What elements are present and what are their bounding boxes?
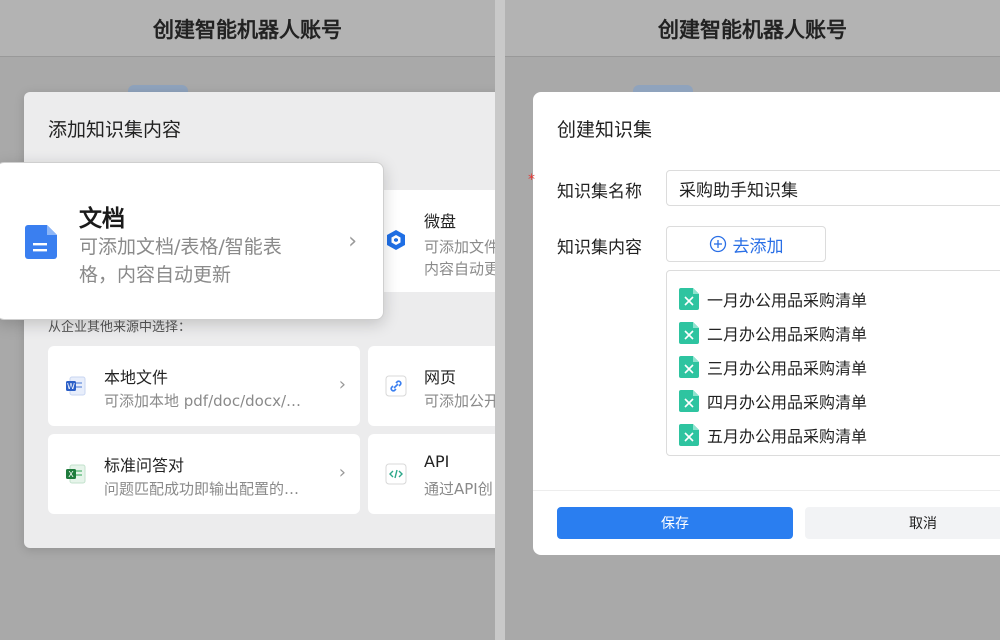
card-name: 网页 [424, 368, 457, 387]
card-name: 微盘 [424, 212, 457, 231]
card-desc: 可添加公开 [424, 392, 495, 410]
source-card-doc[interactable]: 文档 可添加文档/表格/智能表格，内容自动更新 › [0, 162, 384, 320]
source-card-qa[interactable]: X 标准问答对 问题匹配成功即输出配置的… › [48, 434, 360, 514]
excel-icon: X [66, 464, 86, 484]
list-item[interactable]: 五月办公用品采购清单 [667, 418, 1000, 452]
card-desc: 通过API创 [424, 480, 493, 498]
knowledge-name-input[interactable] [666, 170, 1000, 206]
card-desc: 内容自动更 [424, 260, 495, 278]
file-name: 四月办公用品采购清单 [707, 393, 868, 412]
card-desc: 可添加本地 pdf/doc/docx/… [104, 392, 302, 410]
left-pane: 创建智能机器人账号 添加知识集内容 微盘 可添加文件 内容自动更 从企业其他来源… [0, 0, 495, 640]
chevron-right-icon: › [338, 462, 346, 483]
file-name: 五月办公用品采购清单 [707, 427, 868, 446]
weipan-icon [387, 230, 405, 250]
source-card-weipan[interactable]: 微盘 可添加文件 内容自动更 [368, 190, 495, 292]
file-name: 二月办公用品采购清单 [707, 325, 868, 344]
page-title: 创建智能机器人账号 [658, 18, 847, 42]
add-content-button[interactable]: 去添加 [666, 226, 826, 262]
plus-circle-icon [709, 235, 726, 253]
card-desc: 可添加文档/表格/智能表格，内容自动更新 [79, 236, 282, 286]
spreadsheet-icon [679, 390, 699, 412]
file-name: 三月办公用品采购清单 [707, 359, 868, 378]
content-label: 知识集内容 [557, 238, 642, 258]
file-name: 一月办公用品采购清单 [707, 291, 868, 310]
card-desc: 可添加文件 [424, 238, 495, 256]
modal-title: 添加知识集内容 [48, 119, 182, 141]
card-name: API [424, 452, 450, 471]
card-name: 标准问答对 [104, 456, 185, 475]
create-knowledge-modal: 创建知识集 知识集名称 知识集内容 去添加 一月办公用品采购清单 [533, 92, 1000, 555]
card-name: 文档 [79, 206, 125, 232]
svg-text:W: W [67, 382, 75, 391]
source-card-web[interactable]: 网页 可添加公开 [368, 346, 495, 426]
spreadsheet-icon [679, 356, 699, 378]
add-label: 去添加 [732, 236, 784, 257]
source-card-local-file[interactable]: W 本地文件 可添加本地 pdf/doc/docx/… › [48, 346, 360, 426]
file-list: 一月办公用品采购清单 二月办公用品采购清单 三月办公用品采购清单 四月办公用品采… [666, 270, 1000, 456]
add-knowledge-modal: 添加知识集内容 微盘 可添加文件 内容自动更 从企业其他来源中选择： W 本地文… [24, 92, 495, 548]
spreadsheet-icon [679, 288, 699, 310]
list-item[interactable]: 二月办公用品采购清单 [667, 316, 1000, 350]
list-item[interactable]: 四月办公用品采购清单 [667, 384, 1000, 418]
spreadsheet-icon [679, 322, 699, 344]
name-label: 知识集名称 [557, 182, 642, 202]
modal-title: 创建知识集 [557, 119, 653, 141]
right-pane: 创建智能机器人账号 创建知识集 知识集名称 知识集内容 去添加 一月办公用品采购… [505, 0, 1000, 640]
spreadsheet-icon [679, 424, 699, 446]
document-icon [25, 225, 57, 259]
chevron-right-icon: › [338, 374, 346, 395]
card-name: 本地文件 [104, 368, 169, 387]
list-item[interactable]: 一月办公用品采购清单 [667, 282, 1000, 316]
required-mark: * [528, 172, 535, 188]
word-icon: W [66, 376, 86, 396]
divider [533, 490, 1000, 491]
pane-divider [495, 0, 505, 640]
list-item[interactable]: 三月办公用品采购清单 [667, 350, 1000, 384]
save-button[interactable]: 保存 [557, 507, 793, 539]
code-icon [385, 463, 407, 485]
svg-text:X: X [68, 470, 74, 479]
page-header: 创建智能机器人账号 [505, 0, 1000, 57]
page-title: 创建智能机器人账号 [153, 18, 342, 42]
cancel-button[interactable]: 取消 [805, 507, 1000, 539]
link-icon [385, 375, 407, 397]
source-card-api[interactable]: API 通过API创 [368, 434, 495, 514]
card-desc: 问题匹配成功即输出配置的… [104, 480, 300, 498]
page-header: 创建智能机器人账号 [0, 0, 495, 57]
chevron-right-icon: › [348, 229, 357, 254]
